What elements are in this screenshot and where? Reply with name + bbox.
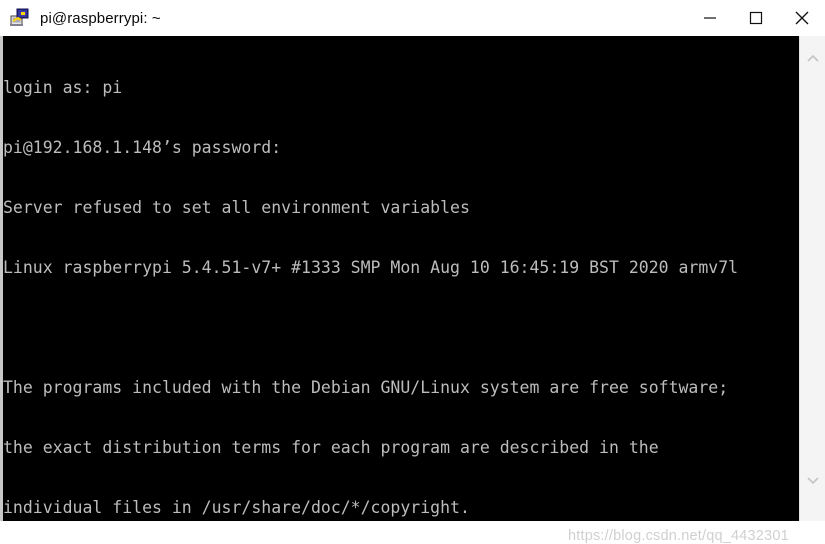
window-title: pi@raspberrypi: ~ bbox=[40, 9, 161, 27]
minimize-button[interactable] bbox=[687, 0, 733, 36]
terminal-screen[interactable]: login as: pi pi@192.168.1.148’s password… bbox=[3, 36, 799, 521]
scroll-down-arrow-icon[interactable] bbox=[800, 467, 825, 493]
putty-terminal-icon bbox=[9, 7, 31, 29]
scroll-up-arrow-icon[interactable] bbox=[800, 46, 825, 72]
maximize-button[interactable] bbox=[733, 0, 779, 36]
terminal-line: individual files in /usr/share/doc/*/cop… bbox=[3, 498, 470, 517]
terminal-area: login as: pi pi@192.168.1.148’s password… bbox=[0, 36, 825, 544]
terminal-line: The programs included with the Debian GN… bbox=[3, 378, 729, 397]
terminal-output: login as: pi pi@192.168.1.148’s password… bbox=[3, 38, 738, 521]
putty-terminal-window: pi@raspberrypi: ~ login as: pi pi@192.16… bbox=[0, 0, 825, 544]
terminal-line: Linux raspberrypi 5.4.51-v7+ #1333 SMP M… bbox=[3, 258, 739, 277]
terminal-scrollbar[interactable] bbox=[799, 36, 825, 521]
title-bar[interactable]: pi@raspberrypi: ~ bbox=[0, 0, 825, 36]
watermark-text: https://blog.csdn.net/qq_4432301 bbox=[568, 528, 789, 544]
terminal-line: login as: pi bbox=[3, 78, 123, 97]
window-controls bbox=[687, 0, 825, 36]
terminal-line: pi@192.168.1.148’s password: bbox=[3, 138, 282, 157]
terminal-line: the exact distribution terms for each pr… bbox=[3, 438, 659, 457]
close-button[interactable] bbox=[779, 0, 825, 36]
terminal-line: Server refused to set all environment va… bbox=[3, 198, 470, 217]
